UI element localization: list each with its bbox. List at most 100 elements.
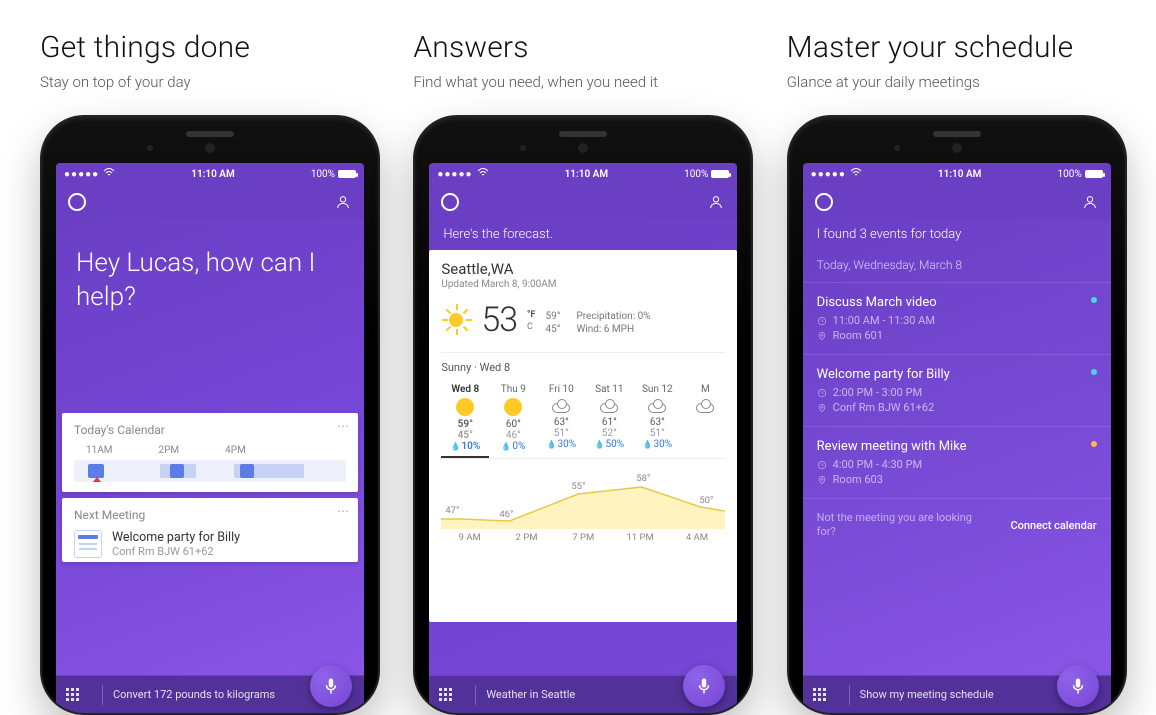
mic-button[interactable] xyxy=(310,665,352,707)
suggestion-text[interactable]: Convert 172 pounds to kilograms xyxy=(113,688,275,701)
day-rain: 30% xyxy=(633,439,681,450)
day-label: Sun 12 xyxy=(633,384,681,395)
sun-icon xyxy=(457,399,473,415)
day-rain: 50% xyxy=(585,439,633,450)
cortana-icon[interactable] xyxy=(815,193,833,211)
column-subtitle: Glance at your daily meetings xyxy=(787,73,1116,91)
event-dot-icon xyxy=(1091,441,1097,447)
day-rain: 0% xyxy=(489,441,537,452)
hour-label: 9 AM xyxy=(441,532,498,543)
apps-grid-icon[interactable] xyxy=(813,688,827,702)
phone-frame: ●●●●● 11:10 AM 100% Hey Lucas, how can I… xyxy=(40,115,380,715)
unit-c[interactable]: C xyxy=(527,322,535,334)
temp-high: 59° xyxy=(545,310,560,323)
card-menu-icon[interactable]: ⋯ xyxy=(337,504,350,518)
cortana-icon[interactable] xyxy=(68,193,86,211)
forecast-day[interactable]: M xyxy=(681,380,729,458)
event-time: 2:00 PM - 3:00 PM xyxy=(833,386,922,399)
event-room: Conf Rm BJW 61+62 xyxy=(833,401,935,414)
unit-f[interactable]: °F xyxy=(527,310,535,322)
hour-label: 2 PM xyxy=(498,532,555,543)
forecast-day[interactable]: Wed 859°45°10% xyxy=(441,380,489,458)
profile-icon[interactable] xyxy=(1081,193,1099,211)
card-menu-icon[interactable]: ⋯ xyxy=(337,419,350,433)
timeline-label: 11AM xyxy=(86,445,113,456)
cortana-icon[interactable] xyxy=(441,193,459,211)
suggestion-text[interactable]: Weather in Seattle xyxy=(486,688,575,701)
current-time-marker xyxy=(92,477,102,482)
mic-button[interactable] xyxy=(683,665,725,707)
phone-frame: ●●●●● 11:10 AM 100% I found 3 events for… xyxy=(787,115,1127,715)
mic-button[interactable] xyxy=(1057,665,1099,707)
forecast-caption: Here's the forecast. xyxy=(429,219,737,250)
day-high: 63° xyxy=(633,417,681,428)
today-calendar-card[interactable]: ⋯ Today's Calendar 11AM 2PM 4PM xyxy=(62,413,358,492)
profile-icon[interactable] xyxy=(334,193,352,211)
suggestion-text[interactable]: Show my meeting schedule xyxy=(860,688,994,701)
event-room: Room 601 xyxy=(833,329,883,342)
event-room: Room 603 xyxy=(833,473,883,486)
column-subtitle: Find what you need, when you need it xyxy=(413,73,742,91)
calendar-icon xyxy=(74,530,102,558)
column-title: Master your schedule xyxy=(787,30,1116,65)
status-bar: ●●●●● 11:10 AM 100% xyxy=(429,163,737,185)
day-label: Wed 8 xyxy=(441,384,489,395)
weather-card[interactable]: Seattle,WA Updated March 8, 9:00AM xyxy=(429,250,737,622)
signal-dots-icon: ●●●●● xyxy=(64,169,99,180)
event-title: Welcome party for Billy xyxy=(817,367,1097,382)
phone-frame: ●●●●● 11:10 AM 100% Here's the forecast.… xyxy=(413,115,753,715)
event-item[interactable]: Discuss March video11:00 AM - 11:30 AMRo… xyxy=(803,283,1111,355)
events-date: Today, Wednesday, March 8 xyxy=(803,248,1111,283)
day-rain: 30% xyxy=(537,439,585,450)
column-subtitle: Stay on top of your day xyxy=(40,73,369,91)
signal-dots-icon: ●●●●● xyxy=(437,169,472,180)
sun-icon xyxy=(505,399,521,415)
cloud-icon xyxy=(694,399,716,413)
forecast-day[interactable]: Fri 10 63°51°30% xyxy=(537,380,585,458)
clock-icon xyxy=(817,460,827,470)
next-meeting-title: Welcome party for Billy xyxy=(112,530,240,545)
apps-grid-icon[interactable] xyxy=(439,688,453,702)
next-meeting-card[interactable]: ⋯ Next Meeting Welcome party for Billy C… xyxy=(62,498,358,562)
clock-icon xyxy=(817,388,827,398)
calendar-timeline[interactable] xyxy=(74,460,346,482)
event-item[interactable]: Welcome party for Billy 2:00 PM - 3:00 PM… xyxy=(803,355,1111,427)
greeting-text: Hey Lucas, how can I help? xyxy=(56,219,364,355)
status-time: 11:10 AM xyxy=(115,169,311,180)
bottom-bar: Convert 172 pounds to kilograms xyxy=(56,675,364,713)
battery-pct: 100% xyxy=(684,169,708,180)
timeline-label: 2PM xyxy=(159,445,180,456)
battery-icon xyxy=(338,170,356,178)
weather-location: Seattle,WA xyxy=(441,260,725,278)
wifi-icon xyxy=(103,168,115,181)
day-label: Sat 11 xyxy=(585,384,633,395)
next-meeting-location: Conf Rm BJW 61+62 xyxy=(112,545,240,558)
cloud-icon xyxy=(550,399,572,413)
wifi-icon xyxy=(477,168,489,181)
battery-pct: 100% xyxy=(311,169,335,180)
weather-updated: Updated March 8, 9:00AM xyxy=(441,279,725,290)
forecast-day[interactable]: Sun 12 63°51°30% xyxy=(633,380,681,458)
day-low: 51° xyxy=(633,428,681,439)
event-item[interactable]: Review meeting with Mike4:00 PM - 4:30 P… xyxy=(803,427,1111,499)
forecast-day[interactable]: Thu 960°46°0% xyxy=(489,380,537,458)
current-temp: 53 xyxy=(481,300,517,340)
connect-calendar-link[interactable]: Connect calendar xyxy=(1010,519,1096,532)
wind: Wind: 6 MPH xyxy=(576,323,650,336)
timeline-label: 4PM xyxy=(225,445,246,456)
precipitation: Precipitation: 0% xyxy=(576,310,650,323)
events-caption: I found 3 events for today xyxy=(803,219,1111,248)
today-calendar-label: Today's Calendar xyxy=(74,423,346,437)
column-title: Answers xyxy=(413,30,742,65)
cloud-icon xyxy=(646,399,668,413)
profile-icon[interactable] xyxy=(707,193,725,211)
location-icon xyxy=(817,403,827,413)
location-icon xyxy=(817,331,827,341)
forecast-day[interactable]: Sat 1161°52°50% xyxy=(585,380,633,458)
footer-question: Not the meeting you are looking for? xyxy=(817,511,1011,540)
day-low: 51° xyxy=(537,428,585,439)
day-label: Fri 10 xyxy=(537,384,585,395)
apps-grid-icon[interactable] xyxy=(66,688,80,702)
day-high: 63° xyxy=(537,417,585,428)
signal-dots-icon: ●●●●● xyxy=(811,169,846,180)
